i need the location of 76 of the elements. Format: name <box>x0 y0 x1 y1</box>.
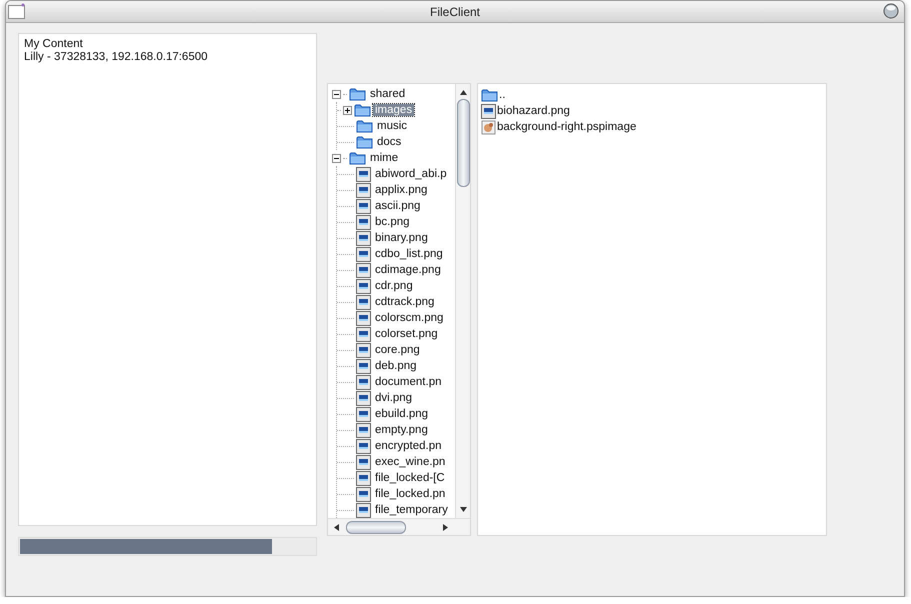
tree-item[interactable]: shared <box>368 88 408 100</box>
image-file-icon <box>356 326 371 342</box>
image-file-icon <box>356 438 371 454</box>
folder-icon <box>354 103 371 117</box>
scroll-down-icon[interactable] <box>458 506 468 514</box>
folder-icon <box>349 87 366 101</box>
image-file-icon <box>356 166 371 182</box>
scroll-thumb[interactable] <box>346 520 406 534</box>
image-file-icon <box>356 390 371 406</box>
scroll-right-icon[interactable] <box>442 522 450 532</box>
tree-item[interactable]: document.pn <box>373 376 444 388</box>
tree-item[interactable]: core.png <box>373 344 422 356</box>
file-item[interactable]: biohazard.png <box>497 105 570 117</box>
image-file-icon <box>356 486 371 502</box>
image-file-icon <box>356 422 371 438</box>
image-file-icon <box>356 246 371 262</box>
image-file-icon <box>356 198 371 214</box>
image-file-icon <box>356 406 371 422</box>
tree-item[interactable]: bc.png <box>373 216 412 228</box>
tree-item[interactable]: cdtrack.png <box>373 296 436 308</box>
tree-item[interactable]: images <box>373 104 414 116</box>
image-file-icon <box>356 502 371 518</box>
tree-item[interactable]: cdbo_list.png <box>373 248 445 260</box>
tree-item[interactable]: colorscm.png <box>373 312 446 324</box>
scroll-left-icon[interactable] <box>332 522 340 532</box>
window-title: FileClient <box>430 4 480 18</box>
image-file-icon <box>356 214 371 230</box>
tree-item[interactable]: music <box>375 120 410 132</box>
tree-item[interactable]: cdimage.png <box>373 264 443 276</box>
window-button-icon[interactable] <box>883 3 899 19</box>
image-file-icon <box>356 278 371 294</box>
scroll-thumb[interactable] <box>456 99 470 187</box>
collapse-icon[interactable] <box>332 90 341 98</box>
folder-icon <box>481 88 498 102</box>
collapse-icon[interactable] <box>332 154 341 162</box>
tree-item[interactable]: ebuild.png <box>373 408 430 420</box>
image-file-icon <box>356 470 371 486</box>
folder-icon <box>356 119 373 133</box>
content-text: My Content <box>24 38 84 51</box>
folder-icon <box>349 151 366 165</box>
image-file-icon <box>356 374 371 390</box>
image-file-icon <box>356 310 371 326</box>
image-file-icon <box>356 454 371 470</box>
expand-icon[interactable] <box>343 106 352 114</box>
scroll-up-icon[interactable] <box>458 88 468 96</box>
tree-item[interactable]: file_temporary <box>373 504 450 516</box>
image-file-icon <box>356 230 371 246</box>
image-file-icon <box>356 294 371 310</box>
tree-item[interactable]: file_locked-[C <box>373 472 447 484</box>
tree-item[interactable]: empty.png <box>373 424 430 436</box>
tree-item[interactable]: deb.png <box>373 360 419 372</box>
window-icon <box>8 3 26 19</box>
image-file-icon <box>356 358 371 374</box>
tree-item[interactable]: mime <box>368 152 400 164</box>
tree-item[interactable]: abiword_abi.p <box>373 168 449 180</box>
content-text: Lilly - 37328133, 192.168.0.17:6500 <box>24 51 209 64</box>
tree-item[interactable]: dvi.png <box>373 392 414 404</box>
folder-icon <box>356 135 373 149</box>
image-file-icon <box>356 342 371 358</box>
tree-item[interactable]: exec_wine.pn <box>373 456 448 468</box>
file-item[interactable]: .. <box>499 89 506 101</box>
horizontal-scrollbar[interactable] <box>328 518 470 535</box>
tree-item[interactable]: colorset.png <box>373 328 440 340</box>
tree-item[interactable]: applix.png <box>373 184 430 196</box>
tree-item[interactable]: ascii.png <box>373 200 422 212</box>
tree-item[interactable]: cdr.png <box>373 280 415 292</box>
tree-item[interactable]: docs <box>375 136 404 148</box>
image-file-icon <box>356 262 371 278</box>
tree-item[interactable]: encrypted.pn <box>373 440 444 452</box>
image-document-icon <box>481 120 496 134</box>
image-file-icon <box>356 182 371 198</box>
tree-item[interactable]: file_locked.pn <box>373 488 448 500</box>
file-item[interactable]: background-right.pspimage <box>497 121 636 133</box>
vertical-scrollbar[interactable] <box>455 84 470 518</box>
image-file-icon <box>481 104 496 118</box>
tree-item[interactable]: binary.png <box>373 232 430 244</box>
